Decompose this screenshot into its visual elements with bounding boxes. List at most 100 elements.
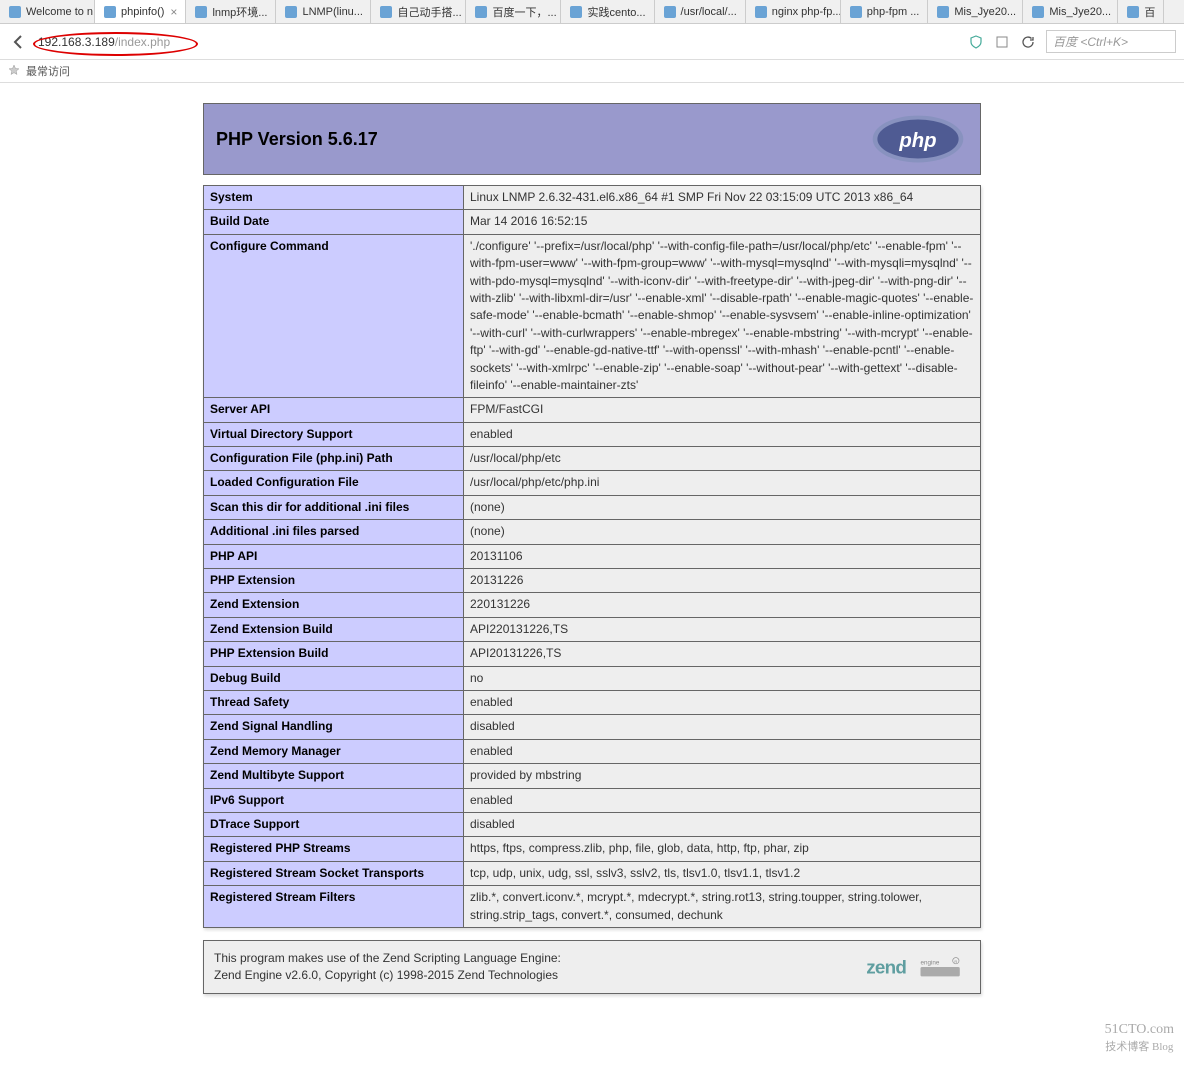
info-key: Thread Safety (204, 690, 464, 714)
zend-line2: Zend Engine v2.6.0, Copyright (c) 1998-2… (214, 968, 558, 982)
table-row: Zend Memory Managerenabled (204, 739, 981, 763)
info-value: enabled (464, 739, 981, 763)
info-key: Debug Build (204, 666, 464, 690)
table-row: PHP Extension BuildAPI20131226,TS (204, 642, 981, 666)
browser-tab[interactable]: 自己动手搭... (371, 0, 466, 23)
info-value: enabled (464, 788, 981, 812)
info-key: IPv6 Support (204, 788, 464, 812)
table-row: Server APIFPM/FastCGI (204, 398, 981, 422)
info-value: provided by mbstring (464, 764, 981, 788)
info-key: Registered PHP Streams (204, 837, 464, 861)
table-row: Scan this dir for additional .ini files(… (204, 495, 981, 519)
info-value: API220131226,TS (464, 617, 981, 641)
info-value: API20131226,TS (464, 642, 981, 666)
browser-tab[interactable]: nginx php-fp... (746, 0, 841, 23)
tab-label: 百度一下，... (492, 4, 556, 20)
tab-favicon (1126, 5, 1140, 19)
info-value: FPM/FastCGI (464, 398, 981, 422)
tab-favicon (474, 5, 488, 19)
phpinfo-header: PHP Version 5.6.17 php (203, 103, 981, 175)
back-button[interactable] (8, 31, 30, 53)
table-row: Zend Signal Handlingdisabled (204, 715, 981, 739)
info-value: (none) (464, 495, 981, 519)
tab-favicon (284, 5, 298, 19)
search-input[interactable]: 百度 <Ctrl+K> (1046, 30, 1176, 53)
info-value: 220131226 (464, 593, 981, 617)
browser-tab[interactable]: 百 (1118, 0, 1164, 23)
tab-favicon (194, 5, 208, 19)
info-key: Registered Stream Filters (204, 886, 464, 928)
browser-tab[interactable]: 实践cento... (561, 0, 654, 23)
close-icon[interactable]: × (170, 5, 177, 19)
tab-favicon (8, 5, 22, 19)
info-value: /usr/local/php/etc/php.ini (464, 471, 981, 495)
info-key: Zend Extension Build (204, 617, 464, 641)
browser-tab[interactable]: php-fpm ... (841, 0, 929, 23)
info-key: Configuration File (php.ini) Path (204, 447, 464, 471)
table-row: Registered Stream Filterszlib.*, convert… (204, 886, 981, 928)
tab-label: Mis_Jye20... (1049, 6, 1111, 18)
info-key: Build Date (204, 210, 464, 234)
browser-tab[interactable]: Welcome to n... (0, 0, 95, 23)
bookmark-icon[interactable] (994, 34, 1010, 50)
info-key: PHP Extension (204, 569, 464, 593)
browser-tab[interactable]: phpinfo() × (95, 0, 186, 23)
svg-text:php: php (898, 130, 936, 152)
browser-tab[interactable]: /usr/local/... (655, 0, 746, 23)
info-value: no (464, 666, 981, 690)
table-row: Registered Stream Socket Transportstcp, … (204, 861, 981, 885)
tab-label: Welcome to n... (26, 6, 95, 18)
shield-icon[interactable] (968, 34, 984, 50)
info-value: Mar 14 2016 16:52:15 (464, 210, 981, 234)
tab-label: /usr/local/... (681, 6, 737, 18)
table-row: SystemLinux LNMP 2.6.32-431.el6.x86_64 #… (204, 186, 981, 210)
tab-favicon (569, 5, 583, 19)
url-host: 192.168.3.189 (38, 35, 115, 49)
info-key: Loaded Configuration File (204, 471, 464, 495)
zend-box: This program makes use of the Zend Scrip… (203, 940, 981, 994)
info-value: enabled (464, 422, 981, 446)
info-value: tcp, udp, unix, udg, ssl, sslv3, sslv2, … (464, 861, 981, 885)
tab-label: phpinfo() (121, 6, 164, 18)
table-row: IPv6 Supportenabled (204, 788, 981, 812)
table-row: Configure Command'./configure' '--prefix… (204, 234, 981, 398)
tab-favicon (663, 5, 677, 19)
info-key: Registered Stream Socket Transports (204, 861, 464, 885)
info-value: 20131226 (464, 569, 981, 593)
reload-icon[interactable] (1020, 34, 1036, 50)
url-display[interactable]: 192.168.3.189/index.php (38, 35, 170, 49)
table-row: DTrace Supportdisabled (204, 812, 981, 836)
browser-tab[interactable]: Mis_Jye20... (1023, 0, 1118, 23)
info-value: (none) (464, 520, 981, 544)
info-key: DTrace Support (204, 812, 464, 836)
info-key: Zend Signal Handling (204, 715, 464, 739)
tab-favicon (754, 5, 768, 19)
table-row: Debug Buildno (204, 666, 981, 690)
browser-tab[interactable]: Mis_Jye20... (928, 0, 1023, 23)
tab-label: nginx php-fp... (772, 6, 841, 18)
info-key: Additional .ini files parsed (204, 520, 464, 544)
svg-text:R: R (954, 959, 957, 964)
tab-label: Mis_Jye20... (954, 6, 1016, 18)
zend-line1: This program makes use of the Zend Scrip… (214, 951, 561, 965)
table-row: Registered PHP Streamshttps, ftps, compr… (204, 837, 981, 861)
table-row: Build DateMar 14 2016 16:52:15 (204, 210, 981, 234)
tab-favicon (849, 5, 863, 19)
bookmark-label[interactable]: 最常访问 (26, 63, 70, 79)
table-row: Additional .ini files parsed(none) (204, 520, 981, 544)
browser-tab[interactable]: LNMP(linu... (276, 0, 371, 23)
tab-favicon (379, 5, 393, 19)
browser-tab[interactable]: 百度一下，... (466, 0, 561, 23)
page-content: PHP Version 5.6.17 php SystemLinux LNMP … (0, 83, 1184, 1074)
browser-tabs: Welcome to n... phpinfo() × lnmp环境...LNMP(l… (0, 0, 1184, 24)
zend-logo: zend engine R (860, 949, 970, 985)
table-row: Zend Extension BuildAPI220131226,TS (204, 617, 981, 641)
svg-text:zend: zend (866, 956, 906, 977)
info-key: Zend Extension (204, 593, 464, 617)
tab-label: php-fpm ... (867, 6, 920, 18)
browser-tab[interactable]: lnmp环境... (186, 0, 276, 23)
info-value: './configure' '--prefix=/usr/local/php' … (464, 234, 981, 398)
table-row: Virtual Directory Supportenabled (204, 422, 981, 446)
info-value: 20131106 (464, 544, 981, 568)
table-row: PHP API20131106 (204, 544, 981, 568)
